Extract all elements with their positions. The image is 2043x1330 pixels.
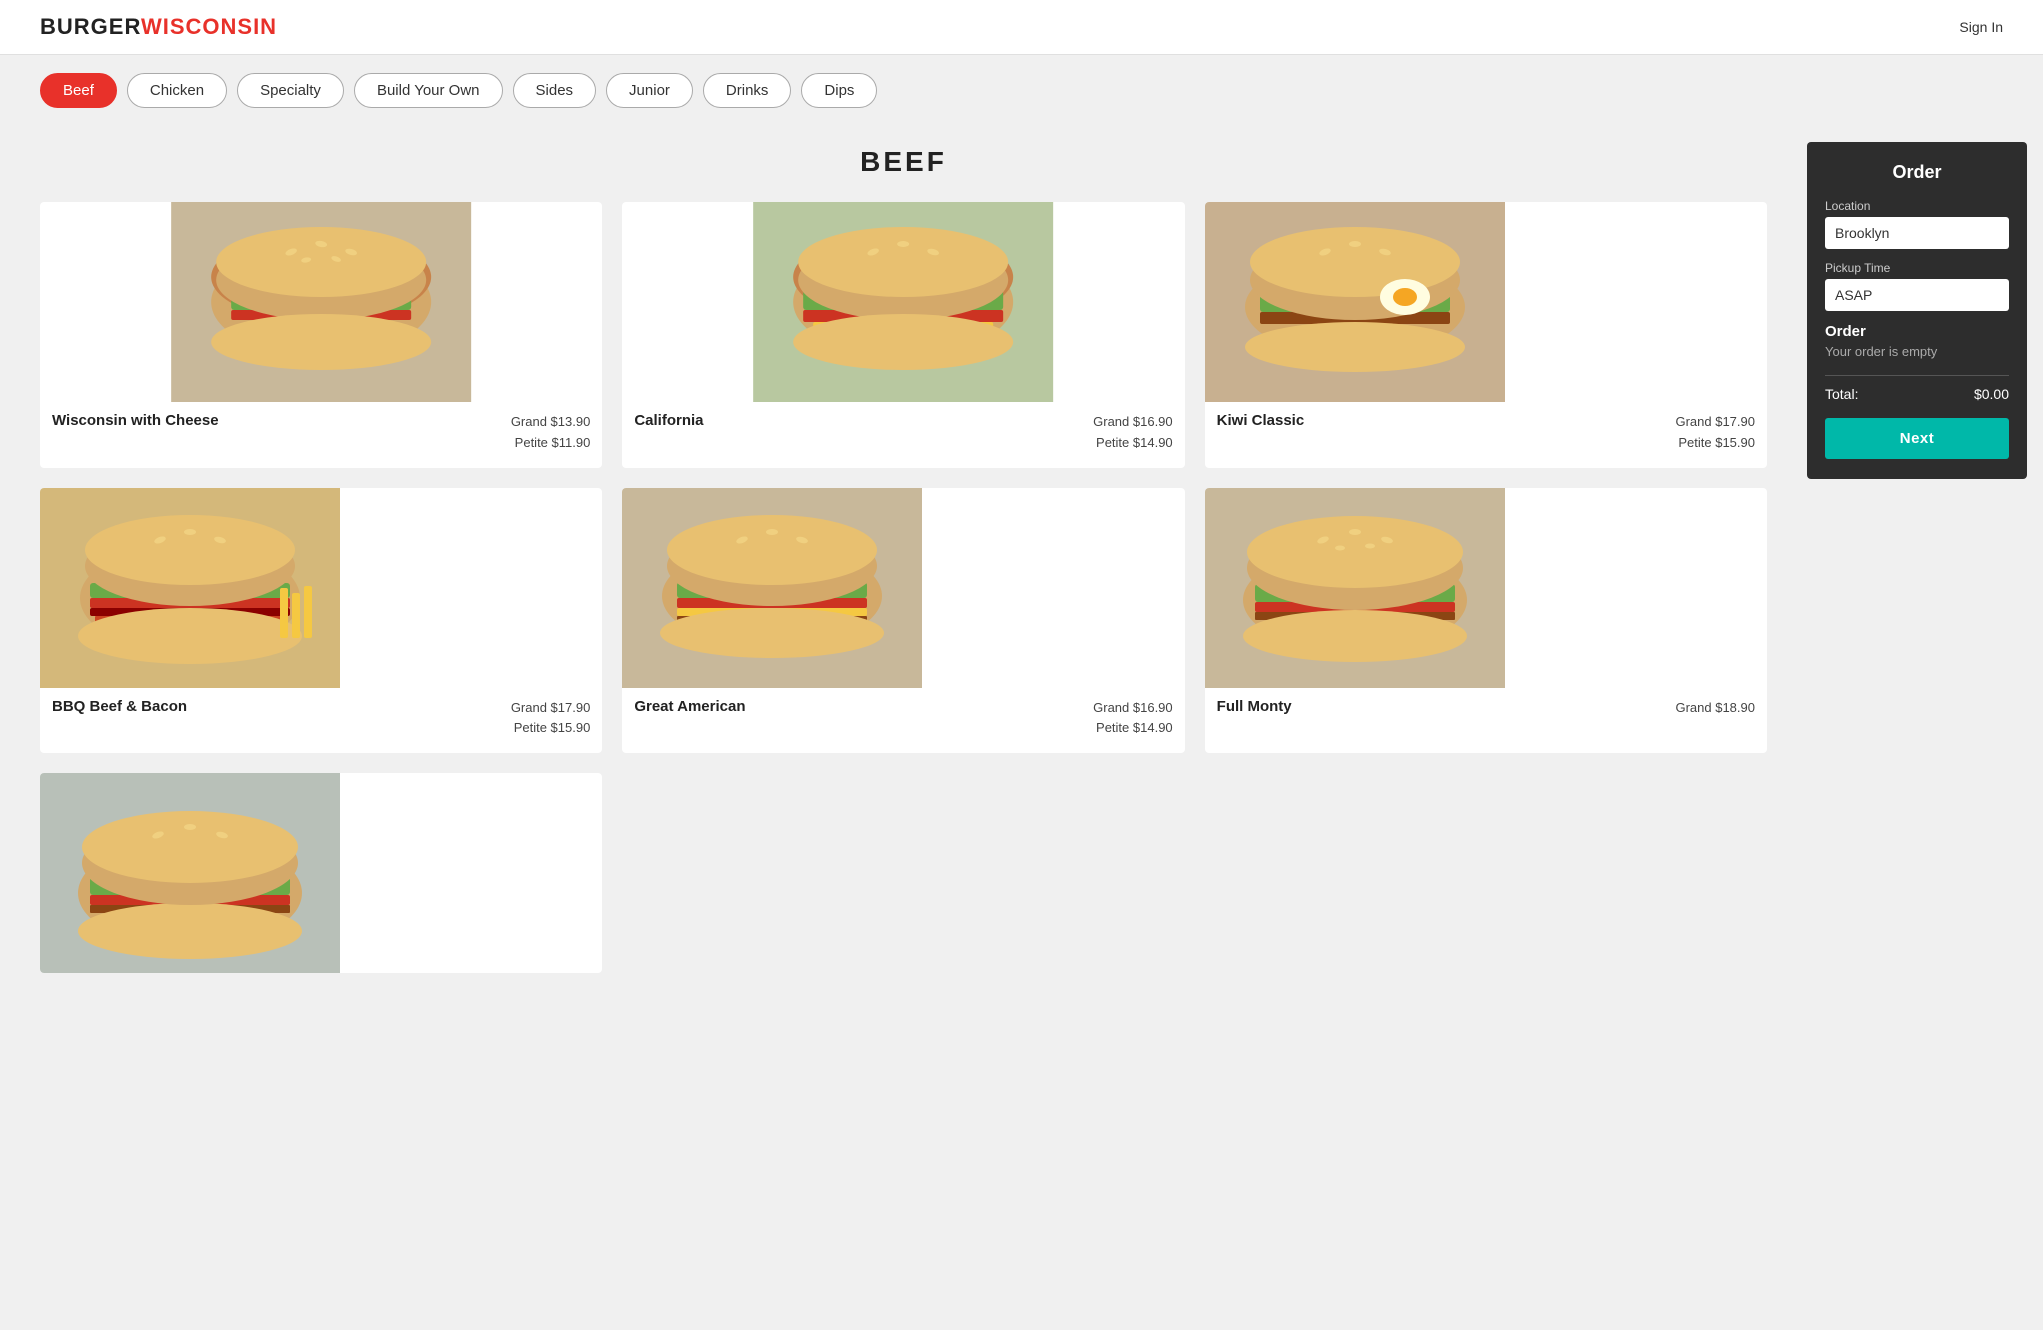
menu-item-info: Wisconsin with Cheese Grand $13.90 Petit… — [40, 402, 602, 468]
nav-dips[interactable]: Dips — [801, 73, 877, 108]
location-label: Location — [1825, 199, 2009, 213]
nav-chicken[interactable]: Chicken — [127, 73, 227, 108]
petite-price: Petite $14.90 — [1093, 433, 1173, 454]
pickup-time-input[interactable] — [1825, 279, 2009, 311]
order-sidebar: Order Location Pickup Time Order Your or… — [1807, 142, 2027, 479]
nav-specialty[interactable]: Specialty — [237, 73, 344, 108]
burger-image-3 — [1205, 202, 1767, 402]
total-label: Total: — [1825, 386, 1858, 402]
logo-burger: BURGER — [40, 14, 141, 39]
content-area: BEEF — [0, 126, 1807, 993]
menu-item-info: Great American Grand $16.90 Petite $14.9… — [622, 688, 1184, 754]
menu-item-prices: Grand $17.90 Petite $15.90 — [1675, 412, 1755, 454]
petite-price: Petite $15.90 — [511, 718, 591, 739]
pickup-time-label: Pickup Time — [1825, 261, 2009, 275]
grand-price: Grand $16.90 — [1093, 412, 1173, 433]
menu-item-prices: Grand $16.90 Petite $14.90 — [1093, 412, 1173, 454]
order-section-title: Order — [1825, 323, 2009, 340]
logo: BURGERWISCONSIN — [40, 14, 277, 40]
section-title: BEEF — [40, 146, 1767, 178]
menu-item-name: Kiwi Classic — [1217, 412, 1676, 429]
menu-item[interactable]: Great American Grand $16.90 Petite $14.9… — [622, 488, 1184, 754]
grand-price: Grand $16.90 — [1093, 698, 1173, 719]
menu-item-info: Full Monty Grand $18.90 — [1205, 688, 1767, 733]
menu-item-name: Great American — [634, 698, 1093, 715]
menu-item-info: BBQ Beef & Bacon Grand $17.90 Petite $15… — [40, 688, 602, 754]
menu-item[interactable] — [40, 773, 602, 973]
menu-item[interactable]: Wisconsin with Cheese Grand $13.90 Petit… — [40, 202, 602, 468]
order-empty-message: Your order is empty — [1825, 344, 2009, 359]
menu-item-prices: Grand $13.90 Petite $11.90 — [511, 412, 591, 454]
menu-item[interactable]: Full Monty Grand $18.90 — [1205, 488, 1767, 754]
petite-price: Petite $15.90 — [1675, 433, 1755, 454]
menu-item[interactable]: California Grand $16.90 Petite $14.90 — [622, 202, 1184, 468]
menu-grid: Wisconsin with Cheese Grand $13.90 Petit… — [40, 202, 1767, 973]
grand-price: Grand $18.90 — [1675, 698, 1755, 719]
menu-item-name: Full Monty — [1217, 698, 1676, 715]
grand-price: Grand $17.90 — [511, 698, 591, 719]
nav-sides[interactable]: Sides — [513, 73, 597, 108]
nav-beef[interactable]: Beef — [40, 73, 117, 108]
logo-wisconsin: WISCONSIN — [141, 14, 277, 39]
menu-item[interactable]: BBQ Beef & Bacon Grand $17.90 Petite $15… — [40, 488, 602, 754]
nav-junior[interactable]: Junior — [606, 73, 693, 108]
grand-price: Grand $13.90 — [511, 412, 591, 433]
menu-item[interactable]: Kiwi Classic Grand $17.90 Petite $15.90 — [1205, 202, 1767, 468]
menu-item-info: California Grand $16.90 Petite $14.90 — [622, 402, 1184, 468]
petite-price: Petite $14.90 — [1093, 718, 1173, 739]
nav-drinks[interactable]: Drinks — [703, 73, 792, 108]
location-input[interactable] — [1825, 217, 2009, 249]
main-layout: BEEF — [0, 126, 2043, 1033]
burger-image-5 — [622, 488, 1184, 688]
burger-image-6 — [1205, 488, 1767, 688]
menu-item-prices: Grand $16.90 Petite $14.90 — [1093, 698, 1173, 740]
burger-image-2 — [622, 202, 1184, 402]
nav-build-your-own[interactable]: Build Your Own — [354, 73, 503, 108]
petite-price: Petite $11.90 — [511, 433, 591, 454]
total-value: $0.00 — [1974, 386, 2009, 402]
burger-image-7 — [40, 773, 602, 973]
sign-in-button[interactable]: Sign In — [1959, 19, 2003, 35]
menu-item-name: California — [634, 412, 1093, 429]
nav-bar: Beef Chicken Specialty Build Your Own Si… — [0, 55, 2043, 126]
next-button[interactable]: Next — [1825, 418, 2009, 459]
order-panel-title: Order — [1825, 162, 2009, 183]
menu-item-prices: Grand $17.90 Petite $15.90 — [511, 698, 591, 740]
menu-item-prices: Grand $18.90 — [1675, 698, 1755, 719]
menu-item-name: BBQ Beef & Bacon — [52, 698, 511, 715]
header: BURGERWISCONSIN Sign In — [0, 0, 2043, 55]
menu-item-name: Wisconsin with Cheese — [52, 412, 511, 429]
menu-item-info: Kiwi Classic Grand $17.90 Petite $15.90 — [1205, 402, 1767, 468]
grand-price: Grand $17.90 — [1675, 412, 1755, 433]
order-total-row: Total: $0.00 — [1825, 375, 2009, 402]
burger-image-4 — [40, 488, 602, 688]
burger-image-1 — [40, 202, 602, 402]
